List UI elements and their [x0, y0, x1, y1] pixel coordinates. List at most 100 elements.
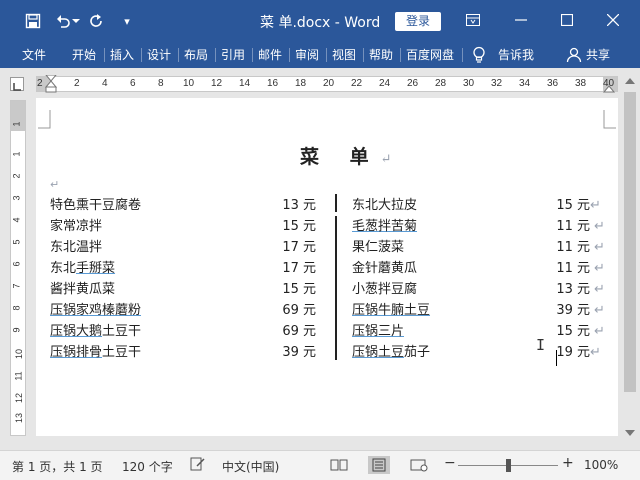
paragraph-mark: ↵ [594, 282, 605, 297]
menu-item-price: 39 元 [556, 303, 590, 318]
tab-home[interactable]: 开始 [72, 46, 96, 63]
scroll-up-icon[interactable] [625, 78, 635, 84]
minimize-icon[interactable] [506, 8, 536, 32]
scroll-down-icon[interactable] [625, 430, 635, 436]
ribbon-tabs: 文件 开始 插入 设计 布局 引用 邮件 审阅 视图 帮助 百度网盘 告诉我 共… [0, 42, 640, 68]
item-text: 土豆干 [102, 345, 142, 360]
tab-separator [326, 48, 327, 62]
ruler-number: 6 [130, 78, 136, 89]
margin-corner-mark [603, 110, 616, 129]
item-text-underlined: 压锅排骨 [50, 345, 103, 360]
menu-item-name: 果仁菠菜 [352, 240, 405, 255]
ruler-number: 1 [11, 151, 22, 157]
menu-item-name: 特色熏干豆腐卷 [50, 198, 142, 213]
undo-icon[interactable] [54, 12, 72, 30]
ruler-number: 6 [11, 261, 22, 267]
page-count[interactable]: 第 1 页，共 1 页 [12, 458, 103, 475]
ruler-number: 2 [74, 78, 80, 89]
heading-text: 菜 单 [300, 146, 381, 168]
vertical-scrollbar[interactable] [620, 72, 640, 450]
menu-item-price: 13 元 [282, 198, 316, 213]
close-icon[interactable] [598, 8, 628, 32]
tab-mailings[interactable]: 邮件 [258, 46, 282, 63]
item-text-underlined: 手掰菜 [76, 261, 116, 276]
ruler-number: 11 [13, 371, 24, 381]
tab-insert[interactable]: 插入 [110, 46, 134, 63]
scrollbar-thumb[interactable] [624, 92, 636, 392]
item-text-underlined: 压锅大鹅 [50, 324, 103, 339]
tab-file[interactable]: 文件 [22, 46, 46, 63]
ruler-number: 1 [11, 121, 22, 127]
document-heading: 菜 单↵ [300, 142, 392, 169]
item-text: 东北 [50, 261, 77, 276]
ruler-number: 22 [351, 78, 363, 89]
tell-me-search[interactable]: 告诉我 [498, 46, 534, 63]
tab-separator [363, 48, 364, 62]
ruler-number: 4 [11, 217, 22, 223]
ruler-number: 8 [158, 78, 164, 89]
tab-design[interactable]: 设计 [147, 46, 171, 63]
redo-icon[interactable] [88, 12, 106, 30]
lightbulb-icon[interactable] [472, 46, 488, 64]
ruler-number: 5 [11, 239, 22, 245]
language-indicator[interactable]: 中文(中国) [222, 458, 279, 475]
word-count[interactable]: 120 个字 [122, 458, 173, 475]
tab-references[interactable]: 引用 [221, 46, 245, 63]
zoom-slider-thumb[interactable] [506, 459, 511, 472]
web-layout-icon[interactable] [408, 456, 430, 474]
tab-selector[interactable] [10, 77, 24, 91]
item-text: 土豆干 [102, 324, 142, 339]
ruler-number: 38 [575, 78, 587, 89]
vertical-ruler[interactable]: 1 1 2 3 4 5 6 7 8 9 10 11 12 13 [10, 100, 26, 436]
proofing-icon[interactable] [190, 456, 206, 475]
tab-view[interactable]: 视图 [332, 46, 356, 63]
menu-item-name: 压锅牛腩土豆 [352, 303, 431, 318]
ruler-number: 10 [14, 348, 25, 360]
indent-marker-icon[interactable] [45, 75, 57, 93]
ruler-number: 40 [603, 78, 615, 89]
login-button[interactable]: 登录 [395, 12, 441, 31]
tab-baidu-netdisk[interactable]: 百度网盘 [406, 46, 454, 63]
tab-layout[interactable]: 布局 [184, 46, 208, 63]
undo-dropdown-icon[interactable] [71, 12, 81, 30]
share-button[interactable]: 共享 [586, 46, 610, 63]
ibeam-pointer-icon: I [536, 336, 546, 354]
ruler-number: 30 [463, 78, 475, 89]
save-icon[interactable] [24, 12, 42, 30]
read-mode-icon[interactable] [328, 456, 350, 474]
maximize-icon[interactable] [552, 8, 582, 32]
margin-corner-mark [38, 110, 51, 129]
tab-separator [141, 48, 142, 62]
horizontal-ruler[interactable]: 2 2 4 6 8 10 12 14 16 18 20 22 24 26 28 … [36, 75, 618, 93]
ribbon-display-options-icon[interactable] [458, 8, 488, 32]
empty-paragraph-mark: ↵ [50, 178, 60, 191]
menu-item-name: 东北手掰菜 [50, 259, 115, 279]
ruler-number: 12 [211, 78, 223, 89]
menu-item-price: 69 元 [282, 303, 316, 318]
zoom-in-button[interactable]: + [562, 455, 574, 471]
print-layout-icon[interactable] [368, 456, 390, 474]
menu-item-name: 家常凉拌 [50, 219, 103, 234]
menu-item-price: 17 元 [282, 240, 316, 255]
tab-separator [252, 48, 253, 62]
customize-qat-icon[interactable]: ▾ [118, 12, 136, 30]
zoom-out-button[interactable]: − [444, 455, 456, 471]
ruler-number: 16 [267, 78, 279, 89]
menu-item-name: 东北温拌 [50, 240, 103, 255]
ruler-number: 18 [295, 78, 307, 89]
menu-item-name: 金针蘑黄瓜 [352, 261, 418, 276]
ruler-number: 3 [11, 195, 22, 201]
document-page[interactable]: 菜 单↵ ↵ 特色熏干豆腐卷 13 元 家常凉拌 15 元 东北温拌 17 元 … [36, 98, 618, 436]
menu-item-name: 压锅排骨土豆干 [50, 343, 141, 363]
tab-review[interactable]: 审阅 [295, 46, 319, 63]
ruler-number: 13 [14, 412, 25, 424]
menu-item-name: 压锅土豆茄子 [352, 343, 430, 363]
share-person-icon[interactable] [566, 46, 582, 64]
zoom-level[interactable]: 100% [584, 458, 618, 472]
tab-separator [215, 48, 216, 62]
menu-item-price: 15 元 [282, 219, 316, 234]
menu-item-name: 毛葱拌苦菊 [352, 219, 418, 234]
paragraph-mark: ↵ [594, 324, 605, 339]
ruler-number: 32 [491, 78, 503, 89]
tab-help[interactable]: 帮助 [369, 46, 393, 63]
